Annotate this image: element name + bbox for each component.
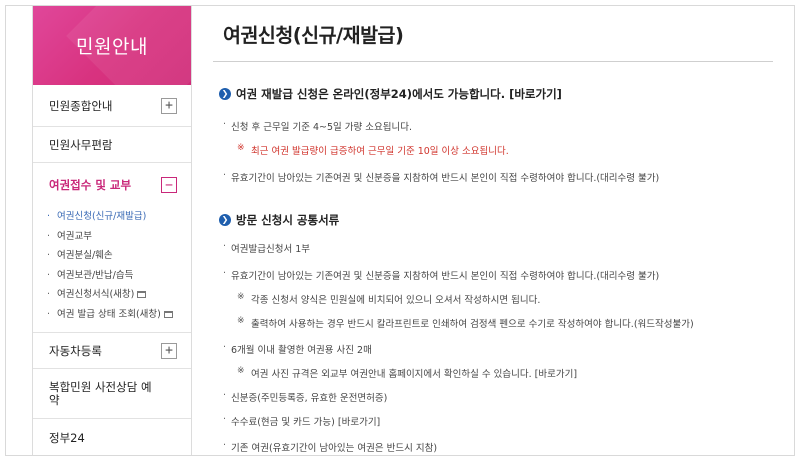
sidebar-item-vehicle[interactable]: 자동차등록 + — [33, 333, 191, 369]
sidebar-item-label: 복합민원 사전상담 예약 — [49, 379, 152, 407]
passport-submenu: · 여권신청(신규/재발급) · 여권교부 · 여권분실/훼손 · 여권보관/반납/습득… — [33, 207, 191, 333]
sidebar-item-passport[interactable]: 여권접수 및 교부 − — [33, 163, 191, 207]
sidebar-item-service-manual[interactable]: 민원사무편람 — [33, 127, 191, 163]
circle-arrow-icon: ❯ — [219, 88, 231, 100]
minus-icon[interactable]: − — [161, 177, 177, 193]
new-window-icon — [163, 310, 173, 318]
section-heading[interactable]: ❯ 여권 재발급 신청은 온라인(정부24)에서도 가능합니다. [바로가기] — [219, 86, 779, 102]
page-frame: 민원안내 민원종합안내 + 민원사무편람 여권접수 및 교부 − · 여권신청(신… — [5, 5, 795, 456]
document-note-link[interactable]: 여권 사진 규격은 외교부 여권안내 홈페이지에서 확인하실 수 있습니다. [… — [219, 366, 577, 380]
warning-note: 최근 여권 발급량이 급증하여 근무일 기준 10일 이상 소요됩니다. — [219, 143, 509, 157]
sidebar-item-consult-reservation[interactable]: 복합민원 사전상담 예약 — [33, 369, 191, 419]
sidebar-header: 민원안내 — [33, 6, 191, 85]
info-item: 신청 후 근무일 기준 4~5일 가량 소요됩니다. — [219, 119, 412, 133]
document-item: 유효기간이 남아있는 기존여권 및 신분증을 지참하여 반드시 본인이 직접 수… — [219, 268, 659, 282]
sidebar-item-label: 정부24 — [49, 430, 85, 445]
visit-documents-section: ❯ 방문 신청시 공통서류 여권발급신청서 1부 유효기간이 남아있는 기존여권… — [219, 212, 779, 454]
sidebar-item-label: 민원사무편람 — [49, 137, 113, 152]
document-note: 각종 신청서 양식은 민원실에 비치되어 있으니 오셔서 작성하시면 됩니다. — [219, 292, 540, 306]
submenu-item-passport-lost[interactable]: · 여권분실/훼손 — [47, 246, 191, 266]
document-item-link[interactable]: 수수료(현금 및 카드 가능) [바로가기] — [219, 414, 380, 428]
document-item: 여권발급신청서 1부 — [219, 241, 310, 255]
info-item: 유효기간이 남아있는 기존여권 및 신분증을 지참하여 반드시 본인이 직접 수… — [219, 170, 659, 184]
circle-arrow-icon: ❯ — [219, 214, 231, 226]
sidebar-nav: 민원안내 민원종합안내 + 민원사무편람 여권접수 및 교부 − · 여권신청(신… — [32, 6, 192, 455]
document-item: 6개월 이내 촬영한 여권용 사진 2매 — [219, 342, 372, 356]
title-divider — [213, 61, 773, 62]
new-window-icon — [137, 291, 147, 299]
submenu-item-passport-apply[interactable]: · 여권신청(신규/재발급) — [47, 207, 191, 227]
page-title: 여권신청(신규/재발급) — [223, 24, 404, 47]
document-item: 신분증(주민등록증, 유효한 운전면허증) — [219, 390, 387, 404]
document-item: 기존 여권(유효기간이 남아있는 여권은 반드시 지참) — [219, 440, 437, 454]
submenu-item-passport-storage[interactable]: · 여권보관/반납/습득 — [47, 266, 191, 286]
sidebar-title: 민원안내 — [76, 36, 148, 58]
main-content: 여권신청(신규/재발급) ❯ 여권 재발급 신청은 온라인(정부24)에서도 가… — [213, 6, 783, 455]
document-note: 출력하여 사용하는 경우 반드시 칼라프린트로 인쇄하여 검정색 펜으로 수기로… — [219, 316, 694, 330]
sidebar-item-gov24[interactable]: 정부24 — [33, 419, 191, 455]
submenu-item-passport-forms[interactable]: · 여권신청서식(새창) — [47, 285, 191, 305]
submenu-item-passport-status[interactable]: · 여권 발급 상태 조회(새창) — [47, 305, 191, 325]
plus-icon[interactable]: + — [161, 342, 177, 359]
sidebar-item-general-guide[interactable]: 민원종합안내 + — [33, 85, 191, 127]
plus-icon[interactable]: + — [161, 97, 177, 114]
section-heading: ❯ 방문 신청시 공통서류 — [219, 212, 779, 228]
online-reissue-section: ❯ 여권 재발급 신청은 온라인(정부24)에서도 가능합니다. [바로가기] … — [219, 86, 779, 184]
submenu-item-passport-issue[interactable]: · 여권교부 — [47, 227, 191, 247]
